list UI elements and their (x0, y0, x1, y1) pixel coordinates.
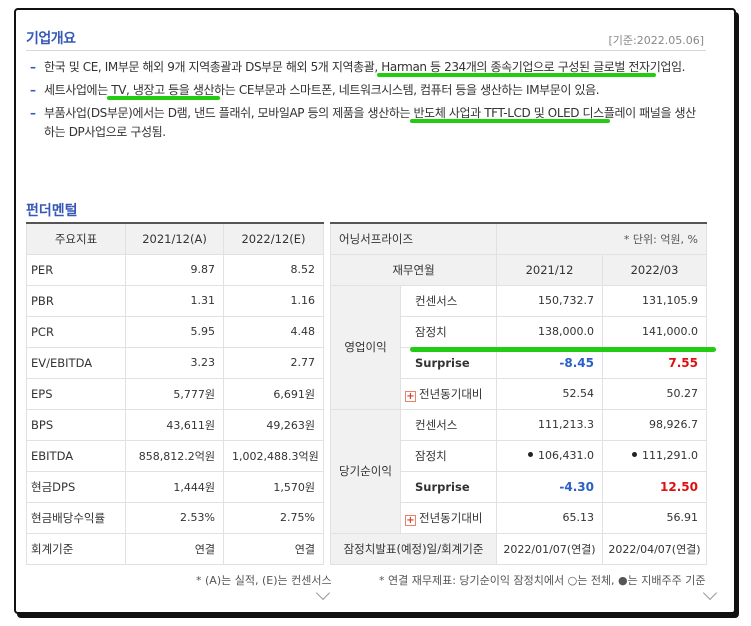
footnote-left: * (A)는 실적, (E)는 컨센서스 (196, 574, 332, 587)
table-row: PCR 5.95 4.48 (26, 315, 324, 348)
table-row: PBR 1.31 1.16 (26, 284, 324, 317)
table-row: EPS 5,777원 6,691원 (26, 377, 324, 410)
table-row: 회계기준 연결 연결 (26, 532, 324, 565)
plus-icon[interactable]: + (405, 390, 416, 402)
table-row: EV/EBITDA 3.23 2.77 (26, 346, 324, 379)
table-row: 당기순이익 컨센서스 111,213.3 98,926.7 (330, 408, 707, 534)
filled-dot-icon (528, 452, 534, 457)
table-row: EBITDA 858,812.2억원 1,002,488.3억원 (26, 439, 324, 472)
earnings-surprise-table: 어닝서프라이즈 * 단위: 억원, % 재무연월 2021/12 2022/03… (330, 222, 707, 565)
operating-profit-group: 영업이익 (330, 284, 401, 410)
overview-bullet-2: 세트사업에는 TV, 냉장고 등을 생산하는 CE부문과 스마트폰, 네트워크시… (30, 81, 706, 100)
table-row: PER 9.87 8.52 (26, 253, 324, 286)
table-row: BPS 43,611원 49,263원 (26, 408, 324, 441)
highlight: Harman 등 234개의 종속기업으로 구성된 글로벌 전자 (381, 60, 650, 74)
column-header: 2022/03 (602, 253, 707, 286)
table-row: 현금DPS 1,444원 1,570원 (26, 470, 324, 503)
highlight: TV, 냉장고 등을 생산 (111, 83, 215, 97)
earnings-surprise-title: 어닝서프라이즈 (330, 222, 497, 255)
key-indicators-table: 주요지표 2021/12(A) 2022/12(E) PER 9.87 8.52 P… (26, 222, 324, 565)
yoy-expand-button[interactable]: + 전년동기대비 (400, 501, 497, 534)
date-stamp: [기준:2022.05.06] (608, 34, 704, 47)
unit-label: * 단위: 억원, % (496, 222, 707, 255)
overview-bullets: 한국 및 CE, IM부문 해외 9개 지역총괄과 DS부문 해외 5개 지역총… (30, 58, 706, 146)
footnote-right: * 연결 재무제표: 당기순이익 잠정치에서 ○는 전체, ●는 지배주주 기준 (379, 574, 706, 587)
filled-dot-icon (632, 452, 638, 457)
table-header-row: 재무연월 2021/12 2022/03 (330, 253, 707, 286)
table-row: 현금배당수익률 2.53% 2.75% (26, 501, 324, 534)
company-overview: 기업개요 [기준:2022.05.06] 한국 및 CE, IM부문 해외 9개… (26, 28, 706, 139)
highlight: 반도체 사업과 TFT-LCD 및 OLED 디스 (413, 106, 605, 120)
column-header: 2021/12 (496, 253, 603, 286)
table-row: 잠정치발표(예정)일/회계기준 2022/01/07(연결) 2022/04/0… (330, 532, 707, 565)
table-title-row: 어닝서프라이즈 * 단위: 억원, % (330, 222, 707, 255)
column-header: 2021/12(A) (125, 222, 224, 255)
column-header: 2022/12(E) (223, 222, 324, 255)
highlight (410, 347, 716, 352)
fundamentals-title: 펀더멘털 (26, 203, 78, 219)
column-header: 주요지표 (26, 222, 126, 255)
overview-title: 기업개요 (26, 31, 76, 47)
divider (26, 50, 706, 51)
overview-bullet-1: 한국 및 CE, IM부문 해외 9개 지역총괄과 DS부문 해외 5개 지역총… (30, 58, 706, 77)
column-header: 재무연월 (330, 253, 497, 286)
table-row: 영업이익 컨센서스 150,732.7 131,105.9 (330, 284, 707, 410)
table-header-row: 주요지표 2021/12(A) 2022/12(E) (26, 222, 324, 255)
overview-bullet-3: 부품사업(DS부문)에서는 D램, 낸드 플래쉬, 모바일AP 등의 제품을 생… (30, 104, 706, 142)
plus-icon[interactable]: + (405, 514, 416, 526)
net-income-group: 당기순이익 (330, 408, 401, 534)
yoy-expand-button[interactable]: + 전년동기대비 (400, 377, 497, 410)
